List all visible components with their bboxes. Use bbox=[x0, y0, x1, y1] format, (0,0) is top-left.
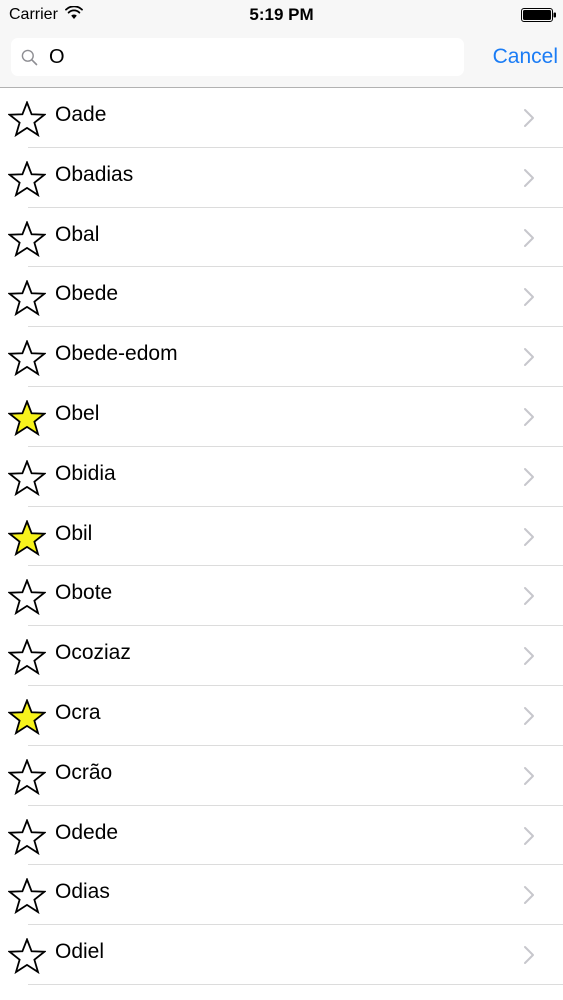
list-item-13[interactable]: Odias bbox=[0, 865, 563, 926]
star-outline-icon[interactable] bbox=[8, 340, 46, 377]
list-item-label: Odiel bbox=[55, 940, 105, 964]
chevron-right-icon bbox=[524, 886, 534, 905]
status-time: 5:19 PM bbox=[249, 5, 314, 24]
star-outline-icon[interactable] bbox=[8, 878, 46, 915]
star-outline-icon[interactable] bbox=[8, 220, 46, 258]
star-outline-icon[interactable] bbox=[8, 758, 46, 796]
chevron-right-icon bbox=[524, 288, 534, 307]
search-input[interactable] bbox=[49, 42, 449, 72]
list-item-4[interactable]: Obede-edom bbox=[0, 327, 563, 387]
chevron-right-icon bbox=[524, 647, 534, 666]
list-item-8[interactable]: Obote bbox=[0, 566, 563, 627]
list-item-0[interactable]: Oade bbox=[0, 88, 563, 148]
list-item-label: Oade bbox=[55, 103, 107, 126]
star-outline-icon[interactable] bbox=[8, 818, 46, 856]
status-bar: Carrier 5:19 PM bbox=[0, 0, 563, 30]
list-item-11[interactable]: Ocrão bbox=[0, 745, 563, 806]
list-item-label: Obal bbox=[55, 222, 100, 246]
battery-icon bbox=[521, 8, 556, 22]
chevron-right-icon bbox=[524, 228, 534, 247]
list-item-label: Obil bbox=[55, 521, 93, 545]
list-item-label: Obel bbox=[55, 401, 100, 425]
list-item-label: Obidia bbox=[55, 461, 116, 485]
list-item-5[interactable]: Obel bbox=[0, 386, 563, 447]
cancel-button[interactable]: Cancel bbox=[470, 38, 558, 76]
star-outline-icon[interactable] bbox=[8, 101, 46, 138]
list-item-label: Odede bbox=[55, 820, 119, 844]
list-item-label: Obadias bbox=[55, 162, 134, 186]
star-filled-icon[interactable] bbox=[8, 519, 46, 557]
list-item-label: Obede bbox=[55, 282, 119, 306]
chevron-right-icon bbox=[524, 706, 534, 725]
list-item-14[interactable]: Odiel bbox=[0, 925, 563, 985]
star-outline-icon[interactable] bbox=[8, 938, 46, 975]
top-bar: Carrier 5:19 PM Cancel bbox=[0, 0, 563, 88]
results-list: Oade Obadias Obal Obede Obede-edom Obel … bbox=[0, 88, 563, 985]
chevron-right-icon bbox=[524, 407, 534, 426]
list-item-label: Ocrão bbox=[55, 760, 113, 784]
list-item-6[interactable]: Obidia bbox=[0, 446, 563, 507]
list-item-3[interactable]: Obede bbox=[0, 267, 563, 328]
list-item-10[interactable]: Ocra bbox=[0, 685, 563, 746]
list-item-label: Ocoziaz bbox=[55, 641, 131, 665]
chevron-right-icon bbox=[524, 168, 534, 187]
star-filled-icon[interactable] bbox=[8, 399, 46, 437]
star-outline-icon[interactable] bbox=[8, 459, 46, 497]
list-item-label: Obote bbox=[55, 581, 113, 605]
chevron-right-icon bbox=[524, 527, 534, 546]
list-item-label: Ocra bbox=[55, 700, 101, 724]
list-item-label: Odias bbox=[55, 880, 110, 904]
chevron-right-icon bbox=[524, 467, 534, 486]
star-outline-icon[interactable] bbox=[8, 160, 46, 198]
star-outline-icon[interactable] bbox=[8, 579, 46, 616]
list-item-7[interactable]: Obil bbox=[0, 506, 563, 567]
chevron-right-icon bbox=[524, 766, 534, 785]
star-outline-icon[interactable] bbox=[8, 639, 46, 676]
list-item-label: Obede-edom bbox=[55, 342, 178, 366]
chevron-right-icon bbox=[524, 826, 534, 845]
chevron-right-icon bbox=[524, 946, 534, 965]
chevron-right-icon bbox=[524, 109, 534, 127]
chevron-right-icon bbox=[524, 587, 534, 606]
chevron-right-icon bbox=[524, 348, 534, 367]
list-item-2[interactable]: Obal bbox=[0, 207, 563, 268]
star-filled-icon[interactable] bbox=[8, 698, 46, 736]
list-item-9[interactable]: Ocoziaz bbox=[0, 626, 563, 686]
star-outline-icon[interactable] bbox=[8, 280, 46, 317]
list-item-12[interactable]: Odede bbox=[0, 805, 563, 866]
search-field[interactable] bbox=[11, 38, 464, 76]
list-item-1[interactable]: Obadias bbox=[0, 147, 563, 208]
search-icon bbox=[21, 49, 38, 66]
